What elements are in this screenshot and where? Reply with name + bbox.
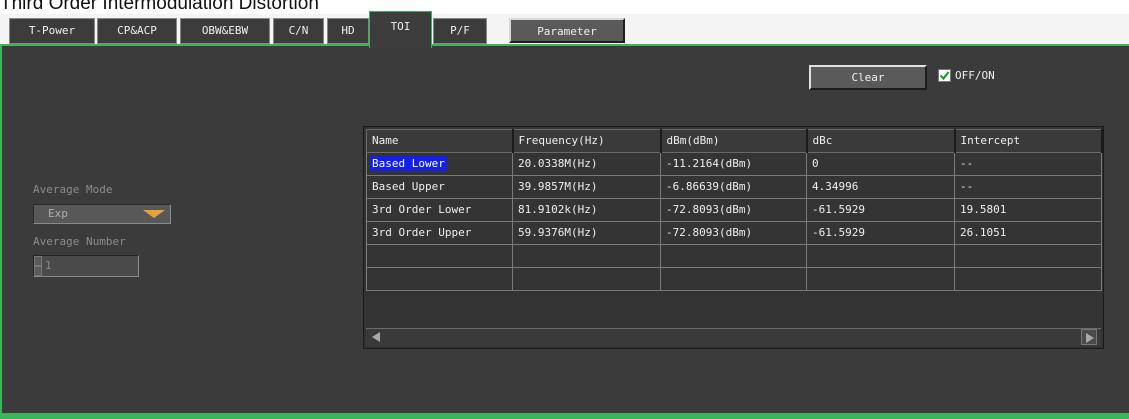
panel-bottom-border — [0, 413, 1129, 419]
cell-dbm[interactable] — [660, 267, 807, 291]
tab-toi[interactable]: TOI — [369, 11, 432, 48]
tab-c-n[interactable]: C/N — [273, 18, 324, 44]
table-row[interactable]: Based Lower 20.0338M(Hz) -11.2164(dBm) 0… — [366, 152, 1102, 176]
cell-dbc[interactable]: -61.5929 — [806, 221, 955, 245]
table-row[interactable] — [366, 244, 1102, 268]
column-header-dbc[interactable]: dBc — [806, 129, 956, 153]
cell-intercept[interactable]: -- — [954, 152, 1102, 176]
cell-name[interactable]: Based Lower — [366, 152, 513, 176]
cell-frequency[interactable]: 81.9102k(Hz) — [512, 198, 661, 222]
cell-frequency[interactable]: 20.0338M(Hz) — [512, 152, 661, 176]
results-table: Name Frequency(Hz) dBm(dBm) dBc Intercep… — [366, 129, 1103, 291]
average-mode-label: Average Mode — [33, 183, 113, 196]
cell-intercept[interactable]: -- — [954, 175, 1102, 199]
column-header-frequency[interactable]: Frequency(Hz) — [512, 129, 662, 153]
cell-dbc[interactable]: -61.5929 — [806, 198, 955, 222]
cell-dbc[interactable]: 0 — [806, 152, 955, 176]
cell-intercept[interactable]: 19.5801 — [954, 198, 1102, 222]
window-title: Third Order Intermodulation Distortion — [0, 0, 319, 14]
cell-dbm[interactable]: -72.8093(dBm) — [660, 221, 807, 245]
cell-intercept[interactable] — [954, 267, 1102, 291]
cell-name[interactable]: Based Upper — [366, 175, 513, 199]
average-number-label: Average Number — [33, 235, 126, 248]
cell-frequency[interactable]: 39.9857M(Hz) — [512, 175, 661, 199]
tab-obw-ebw[interactable]: OBW&EBW — [180, 18, 270, 44]
tab-hd[interactable]: HD — [327, 18, 369, 44]
spin-buttons — [34, 256, 42, 276]
table-row[interactable]: Based Upper 39.9857M(Hz) -6.86639(dBm) 4… — [366, 175, 1102, 199]
column-header-name[interactable]: Name — [366, 129, 514, 153]
scroll-right-icon[interactable] — [1081, 329, 1097, 345]
table-header-row: Name Frequency(Hz) dBm(dBm) dBc Intercep… — [366, 129, 1103, 153]
cell-name[interactable]: 3rd Order Upper — [366, 221, 513, 245]
cell-name[interactable] — [366, 267, 513, 291]
table-row[interactable] — [366, 267, 1102, 291]
selected-cell-text: Based Lower — [370, 156, 447, 171]
cell-dbm[interactable]: -11.2164(dBm) — [660, 152, 807, 176]
tab-t-power[interactable]: T-Power — [9, 18, 95, 44]
off-on-label: OFF/ON — [955, 69, 995, 82]
dropdown-arrow-icon — [143, 210, 165, 218]
average-number-value: 1 — [45, 259, 52, 272]
cell-intercept[interactable]: 26.1051 — [954, 221, 1102, 245]
cell-name[interactable] — [366, 244, 513, 268]
cell-dbc[interactable]: 4.34996 — [806, 175, 955, 199]
parameter-button[interactable]: Parameter — [509, 18, 625, 43]
tab-p-f[interactable]: P/F — [433, 18, 487, 44]
results-table-container: Name Frequency(Hz) dBm(dBm) dBc Intercep… — [363, 126, 1104, 349]
off-on-checkbox[interactable] — [938, 69, 951, 82]
cell-dbc[interactable] — [806, 244, 955, 268]
average-number-input[interactable]: 1 — [33, 255, 139, 277]
horizontal-scrollbar[interactable] — [366, 328, 1101, 346]
clear-button[interactable]: Clear — [809, 65, 927, 90]
cell-frequency[interactable]: 59.9376M(Hz) — [512, 221, 661, 245]
spin-up-icon[interactable] — [34, 256, 42, 266]
average-mode-value: Exp — [48, 207, 68, 220]
table-row[interactable]: 3rd Order Upper 59.9376M(Hz) -72.8093(dB… — [366, 221, 1102, 245]
scroll-left-icon[interactable] — [372, 332, 380, 342]
cell-intercept[interactable] — [954, 244, 1102, 268]
spin-down-icon[interactable] — [34, 266, 42, 276]
table-row[interactable]: 3rd Order Lower 81.9102k(Hz) -72.8093(dB… — [366, 198, 1102, 222]
average-mode-select[interactable]: Exp — [33, 204, 171, 224]
cell-frequency[interactable] — [512, 267, 661, 291]
cell-dbm[interactable]: -6.86639(dBm) — [660, 175, 807, 199]
column-header-dbm[interactable]: dBm(dBm) — [660, 129, 808, 153]
tab-cp-acp[interactable]: CP&ACP — [97, 18, 177, 44]
check-icon — [939, 71, 950, 81]
cell-dbm[interactable] — [660, 244, 807, 268]
cell-dbm[interactable]: -72.8093(dBm) — [660, 198, 807, 222]
cell-name[interactable]: 3rd Order Lower — [366, 198, 513, 222]
cell-dbc[interactable] — [806, 267, 955, 291]
cell-frequency[interactable] — [512, 244, 661, 268]
column-header-intercept[interactable]: Intercept — [954, 129, 1103, 153]
